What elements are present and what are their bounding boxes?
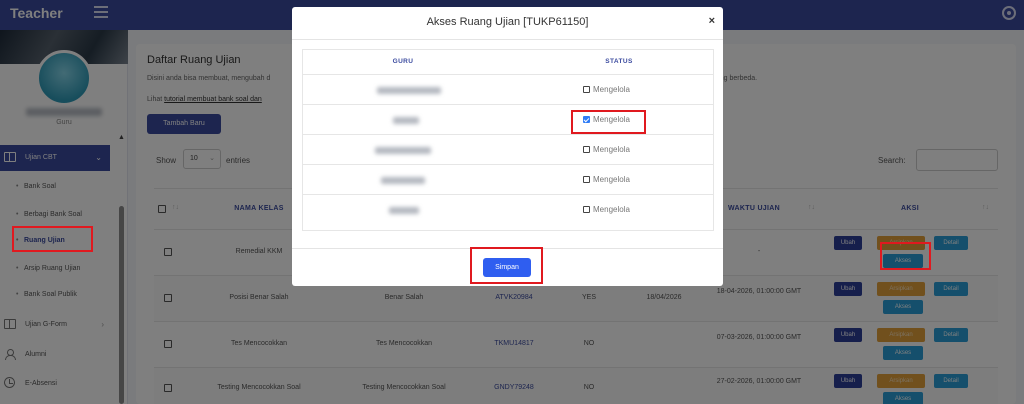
mengelola-label: Mengelola bbox=[593, 205, 630, 214]
close-icon[interactable]: × bbox=[709, 15, 715, 27]
mengelola-checkbox[interactable] bbox=[583, 176, 590, 183]
access-table: GURU STATUS Mengelola Mengelola Mengelol… bbox=[302, 49, 714, 231]
teacher-name-blurred bbox=[381, 177, 425, 184]
mengelola-label: Mengelola bbox=[593, 175, 630, 184]
highlight-akses-button bbox=[880, 242, 931, 270]
access-modal: Akses Ruang Ujian [TUKP61150] × GURU STA… bbox=[292, 7, 723, 286]
mengelola-checkbox[interactable] bbox=[583, 146, 590, 153]
modal-title: Akses Ruang Ujian [TUKP61150] bbox=[426, 16, 589, 28]
column-header-status: STATUS bbox=[605, 58, 633, 65]
highlight-checked-status bbox=[571, 110, 646, 134]
modal-header-divider bbox=[292, 39, 723, 40]
highlight-ruang-ujian bbox=[12, 226, 93, 252]
access-row: Mengelola bbox=[303, 74, 713, 104]
teacher-name-blurred bbox=[393, 117, 419, 124]
access-row: Mengelola bbox=[303, 104, 713, 134]
mengelola-label: Mengelola bbox=[593, 85, 630, 94]
access-row: Mengelola bbox=[303, 164, 713, 194]
access-row: Mengelola bbox=[303, 194, 713, 224]
mengelola-label: Mengelola bbox=[593, 145, 630, 154]
teacher-name-blurred bbox=[375, 147, 431, 154]
teacher-name-blurred bbox=[389, 207, 419, 214]
highlight-save-button bbox=[470, 247, 543, 284]
mengelola-checkbox[interactable] bbox=[583, 86, 590, 93]
access-row: Mengelola bbox=[303, 134, 713, 164]
teacher-name-blurred bbox=[377, 87, 441, 94]
column-header-guru: GURU bbox=[392, 58, 414, 65]
mengelola-checkbox[interactable] bbox=[583, 206, 590, 213]
